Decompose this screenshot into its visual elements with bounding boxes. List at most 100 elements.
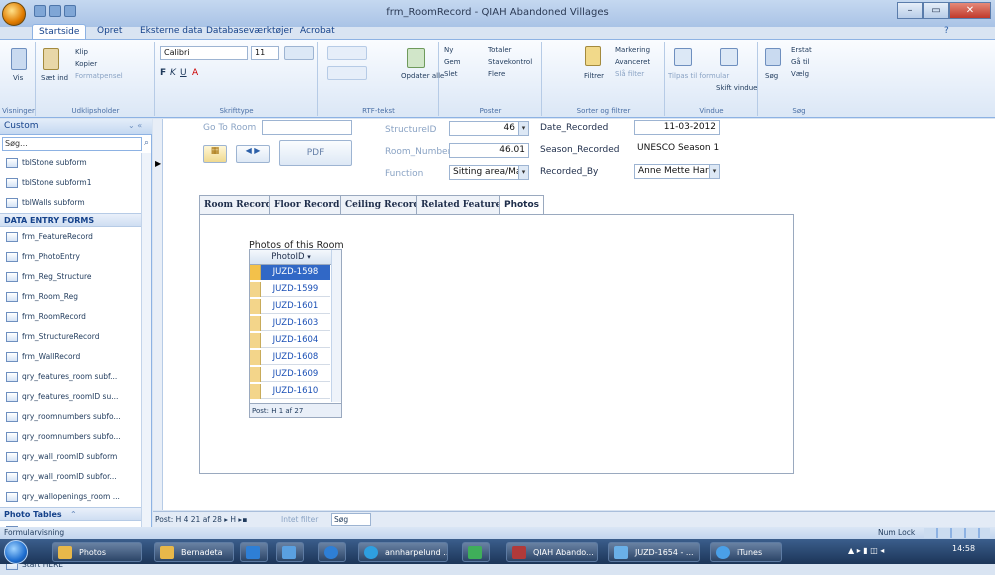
fit-form-icon[interactable] bbox=[674, 48, 692, 66]
row-selector[interactable] bbox=[250, 316, 261, 331]
taskbar-item-app[interactable] bbox=[276, 542, 304, 562]
function-select[interactable]: Sitting area/Ma ▾ bbox=[449, 165, 529, 180]
nav-item[interactable]: qry_roomnumbers subfo... bbox=[0, 407, 141, 427]
photo-row[interactable]: JUZD-1609 bbox=[250, 367, 330, 382]
nav-item[interactable]: tblStone subform bbox=[0, 153, 141, 173]
row-selector[interactable] bbox=[250, 282, 261, 297]
tab-ceiling-record[interactable]: Ceiling Record bbox=[340, 195, 425, 215]
underline-button[interactable]: U bbox=[180, 68, 187, 78]
nav-item[interactable]: qry_wall_roomID subform bbox=[0, 447, 141, 467]
bold-button[interactable]: F bbox=[160, 68, 166, 78]
selection-button[interactable]: Markering bbox=[615, 46, 650, 54]
vis-label[interactable]: Vis bbox=[13, 74, 23, 82]
tray-icons[interactable]: ▲ ▸ ▮ ◫ ◂ bbox=[848, 546, 884, 555]
nav-scrollbar[interactable] bbox=[141, 153, 151, 527]
delete-record-button[interactable]: Slet bbox=[444, 70, 457, 78]
tab-opret[interactable]: Opret bbox=[91, 24, 128, 39]
photo-row[interactable]: JUZD-1608 bbox=[250, 350, 330, 365]
minimize-button[interactable]: – bbox=[897, 2, 923, 19]
taskbar-item-photo-viewer[interactable]: JUZD-1654 - ... bbox=[608, 542, 700, 562]
row-selector[interactable] bbox=[250, 367, 261, 382]
toggle-filter-button[interactable]: Slå filter bbox=[615, 70, 644, 78]
taskbar-item-skype[interactable]: annharpelund ... bbox=[358, 542, 448, 562]
tab-floor-record[interactable]: Floor Record bbox=[269, 195, 345, 215]
nav-item[interactable]: qry_roomnumbers subfo... bbox=[0, 427, 141, 447]
photo-row[interactable]: JUZD-1603 bbox=[250, 316, 330, 331]
binoculars-icon[interactable] bbox=[765, 48, 781, 66]
taskbar-item-itunes[interactable]: iTunes bbox=[710, 542, 782, 562]
datasheet-record-nav[interactable]: Post: H 1 af 27 bbox=[250, 403, 341, 417]
nav-item[interactable]: qry_features_room subf... bbox=[0, 367, 141, 387]
row-selector[interactable] bbox=[250, 350, 261, 365]
font-family-select[interactable]: Calibri bbox=[160, 46, 248, 60]
photo-row[interactable]: JUZD-1604 bbox=[250, 333, 330, 348]
nav-item[interactable]: qry_wallopenings_room ... bbox=[0, 487, 141, 507]
photo-row[interactable]: JUZD-1610 bbox=[250, 384, 330, 399]
chevron-down-icon[interactable]: ⌄ « bbox=[128, 121, 142, 130]
season-field[interactable]: UNESCO Season 1 Yea bbox=[634, 142, 720, 157]
nav-item[interactable]: frm_Reg_Structure bbox=[0, 267, 141, 287]
photo-row[interactable]: JUZD-1601 bbox=[250, 299, 330, 314]
taskbar-item-bernadeta[interactable]: Bernadeta bbox=[154, 542, 234, 562]
taskbar-item-network[interactable] bbox=[462, 542, 490, 562]
replace-button[interactable]: Erstat bbox=[791, 46, 812, 54]
nav-item[interactable]: frm_WallRecord bbox=[0, 347, 141, 367]
row-selector[interactable] bbox=[250, 299, 261, 314]
maximize-button[interactable]: ▭ bbox=[923, 2, 949, 19]
font-color-button[interactable]: A bbox=[192, 68, 198, 78]
record-search-input[interactable]: Søg bbox=[331, 513, 371, 526]
filter-icon[interactable] bbox=[585, 46, 601, 66]
select-button[interactable]: Vælg bbox=[791, 70, 809, 78]
record-selector-bar[interactable]: ▶ bbox=[153, 119, 163, 510]
nav-group-header[interactable]: Photo Tables ⌃ bbox=[0, 507, 141, 521]
nav-item[interactable]: tblWalls subform bbox=[0, 193, 141, 213]
switch-window-icon[interactable] bbox=[720, 48, 738, 66]
chevron-down-icon[interactable]: ▾ bbox=[518, 122, 528, 135]
taskbar-item-media[interactable] bbox=[240, 542, 268, 562]
save-record-button[interactable]: Gem bbox=[444, 58, 461, 66]
chevron-down-icon[interactable]: ▾ bbox=[518, 166, 528, 179]
tab-acrobat[interactable]: Acrobat bbox=[294, 24, 341, 39]
tab-eksterne-data[interactable]: Eksterne data bbox=[134, 24, 209, 39]
cut-button[interactable]: Klip bbox=[75, 48, 88, 56]
open-photo-button[interactable]: ▦ bbox=[203, 145, 227, 163]
nav-item[interactable]: qry_features_roomID su... bbox=[0, 387, 141, 407]
new-record-button[interactable]: Ny bbox=[444, 46, 453, 54]
filter-button[interactable]: Filtrer bbox=[584, 72, 604, 80]
switch-window-button[interactable]: Skift vindue bbox=[716, 84, 757, 92]
photoid-column-header[interactable]: PhotoID ▾ bbox=[250, 250, 332, 265]
goto-room-input[interactable] bbox=[262, 120, 352, 135]
clock[interactable]: 14:58 bbox=[952, 544, 975, 553]
nav-search-input[interactable]: Søg... bbox=[2, 137, 142, 151]
font-size-select[interactable]: 11 bbox=[251, 46, 279, 60]
recorded-by-select[interactable]: Anne Mette Harpe ▾ bbox=[634, 164, 720, 179]
search-icon[interactable]: ⌕ bbox=[144, 138, 149, 148]
tab-startside[interactable]: Startside bbox=[32, 24, 87, 39]
indent-icon[interactable] bbox=[327, 46, 367, 60]
record-nav-buttons[interactable]: ◀ ▶ bbox=[236, 145, 270, 163]
view-icon[interactable] bbox=[11, 48, 27, 70]
taskbar-item-ie[interactable] bbox=[318, 542, 346, 562]
copy-button[interactable]: Kopier bbox=[75, 60, 97, 68]
structure-select[interactable]: 46 ▾ bbox=[449, 121, 529, 136]
room-number-field[interactable]: 46.01 bbox=[449, 143, 529, 158]
paste-icon[interactable] bbox=[43, 48, 59, 70]
filter-status[interactable]: Intet filter bbox=[281, 512, 318, 527]
row-selector[interactable] bbox=[250, 333, 261, 348]
view-switcher[interactable] bbox=[924, 528, 990, 538]
taskbar-item-photos[interactable]: Photos bbox=[52, 542, 142, 562]
pdf-button[interactable]: PDF bbox=[279, 140, 352, 166]
start-button[interactable] bbox=[4, 540, 28, 564]
advanced-button[interactable]: Avanceret bbox=[615, 58, 650, 66]
close-button[interactable]: ✕ bbox=[949, 2, 991, 19]
list-icon[interactable] bbox=[327, 66, 367, 80]
tab-databasevaerktoejer[interactable]: Databaseværktøjer bbox=[200, 24, 299, 39]
italic-button[interactable]: K bbox=[170, 68, 176, 78]
goto-button[interactable]: Gå til bbox=[791, 58, 810, 66]
fit-form-button[interactable]: Tilpas til formular bbox=[668, 72, 729, 80]
taskbar-item-access[interactable]: QIAH Abando... bbox=[506, 542, 598, 562]
photo-row[interactable]: JUZD-1599 bbox=[250, 282, 330, 297]
format-painter-button[interactable]: Formatpensel bbox=[75, 72, 123, 80]
nav-header[interactable]: Custom ⌄ « bbox=[0, 119, 152, 135]
nav-group-header[interactable]: DATA ENTRY FORMS ⌃ bbox=[0, 213, 141, 227]
